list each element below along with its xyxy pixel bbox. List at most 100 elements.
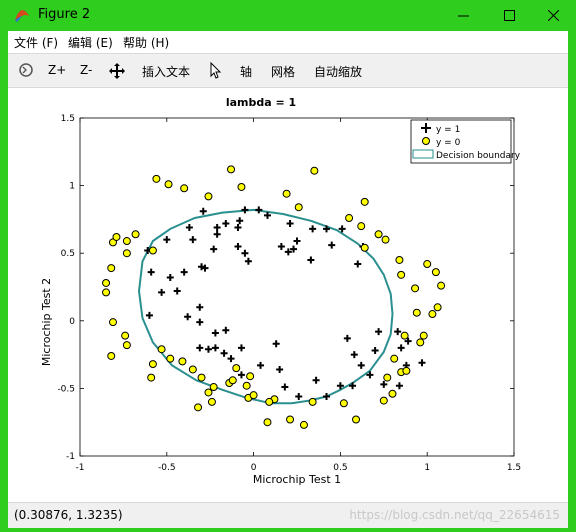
negative-point: [194, 403, 203, 412]
x-tick-label: -0.5: [158, 463, 176, 473]
x-tick-label: 1: [424, 463, 430, 473]
negative-point: [360, 197, 369, 206]
insert-text-button[interactable]: 插入文本: [142, 63, 190, 80]
negative-point: [207, 397, 216, 406]
negative-point: [339, 399, 348, 408]
cursor-coordinates: (0.30876, 1.3235): [14, 508, 123, 522]
matlab-icon: [15, 10, 29, 22]
negative-point: [246, 372, 255, 381]
x-tick-label: -1: [76, 463, 85, 473]
maximize-icon: [504, 10, 515, 21]
negative-point: [395, 255, 404, 264]
negative-point: [388, 389, 397, 398]
minimize-icon: [458, 15, 469, 17]
y-axis-label: Microchip Test 2: [40, 278, 53, 366]
negative-point: [360, 243, 369, 252]
zoom-in-button[interactable]: Z+: [48, 63, 66, 77]
negative-point: [227, 165, 236, 174]
menu-bar: 文件 (F) 编辑 (E) 帮助 (H): [8, 31, 568, 53]
negative-point: [188, 365, 197, 374]
negative-point: [232, 364, 241, 373]
negative-point: [148, 360, 157, 369]
close-button[interactable]: [530, 0, 576, 31]
negative-point: [352, 415, 361, 424]
negative-point: [345, 214, 354, 223]
negative-point: [148, 246, 157, 255]
negative-point: [294, 203, 303, 212]
negative-point: [310, 166, 319, 175]
negative-point: [122, 249, 131, 258]
zoom-out-button[interactable]: Z-: [80, 63, 92, 77]
negative-point: [180, 184, 189, 193]
figure-canvas[interactable]: -1 -0.5 0 0.5 1 1.5 -1 -0.5 0 0.5 1 1.5 lambda = 1 …: [8, 88, 568, 502]
plot-area[interactable]: [79, 117, 515, 457]
negative-point: [265, 397, 274, 406]
negative-point: [157, 345, 166, 354]
negative-point: [416, 338, 425, 347]
negative-point: [433, 303, 442, 312]
y-tick-label: 0: [69, 317, 75, 327]
negative-point: [121, 331, 130, 340]
negative-point: [383, 373, 392, 382]
negative-point: [397, 270, 406, 279]
menu-help[interactable]: 帮助 (H): [123, 34, 169, 51]
negative-point: [374, 230, 383, 239]
negative-point: [107, 264, 116, 273]
negative-point: [282, 189, 291, 198]
negative-point: [412, 308, 421, 317]
negative-point: [437, 281, 446, 290]
negative-point: [197, 373, 206, 382]
negative-point: [112, 232, 121, 241]
autoscale-button[interactable]: 自动缩放: [314, 63, 362, 80]
negative-point: [249, 391, 258, 400]
y-tick-label: -1: [66, 452, 75, 462]
axis-button[interactable]: 轴: [240, 63, 252, 80]
negative-point: [147, 373, 156, 382]
negative-point: [381, 235, 390, 244]
negative-point: [428, 310, 437, 319]
negative-point: [423, 260, 432, 269]
negative-point: [209, 383, 218, 392]
y-tick-label: -0.5: [57, 384, 75, 394]
legend-label-positive: y = 1: [436, 125, 460, 135]
negative-point: [122, 237, 131, 246]
negative-point: [107, 351, 116, 360]
negative-point: [131, 230, 140, 239]
pan-icon[interactable]: [108, 62, 126, 80]
maximize-button[interactable]: [486, 0, 532, 31]
minimize-button[interactable]: [440, 0, 486, 31]
negative-point: [308, 397, 317, 406]
title-bar[interactable]: Figure 2: [0, 0, 576, 31]
window-title: Figure 2: [38, 7, 91, 22]
negative-point: [122, 341, 131, 350]
rotate-icon[interactable]: [18, 62, 34, 78]
close-icon: [548, 10, 559, 21]
chart-title: lambda = 1: [226, 96, 296, 109]
y-tick-label: 1: [69, 182, 75, 192]
negative-point: [263, 418, 272, 427]
negative-point: [166, 354, 175, 363]
negative-point: [164, 180, 173, 189]
negative-point: [152, 174, 161, 183]
cursor-icon[interactable]: [210, 62, 222, 79]
status-bar: (0.30876, 1.3235) https://blog.csdn.net/…: [8, 502, 568, 528]
negative-point: [102, 288, 111, 297]
x-tick-label: 1.5: [507, 463, 521, 473]
negative-point: [228, 376, 237, 385]
menu-file[interactable]: 文件 (F): [14, 34, 58, 51]
grid-button[interactable]: 网格: [271, 63, 295, 80]
negative-point: [204, 388, 213, 397]
negative-point: [402, 366, 411, 375]
negative-point: [178, 357, 187, 366]
y-tick-label: 0.5: [61, 249, 75, 259]
negative-point: [390, 354, 399, 363]
negative-point: [411, 284, 420, 293]
negative-point: [286, 415, 295, 424]
x-tick-label: 0: [251, 463, 257, 473]
negative-point: [108, 318, 117, 327]
watermark-text: https://blog.csdn.net/qq_22654615: [349, 508, 560, 522]
negative-point: [357, 222, 366, 231]
menu-edit[interactable]: 编辑 (E): [68, 34, 113, 51]
negative-point: [242, 381, 251, 390]
negative-point: [431, 268, 440, 277]
